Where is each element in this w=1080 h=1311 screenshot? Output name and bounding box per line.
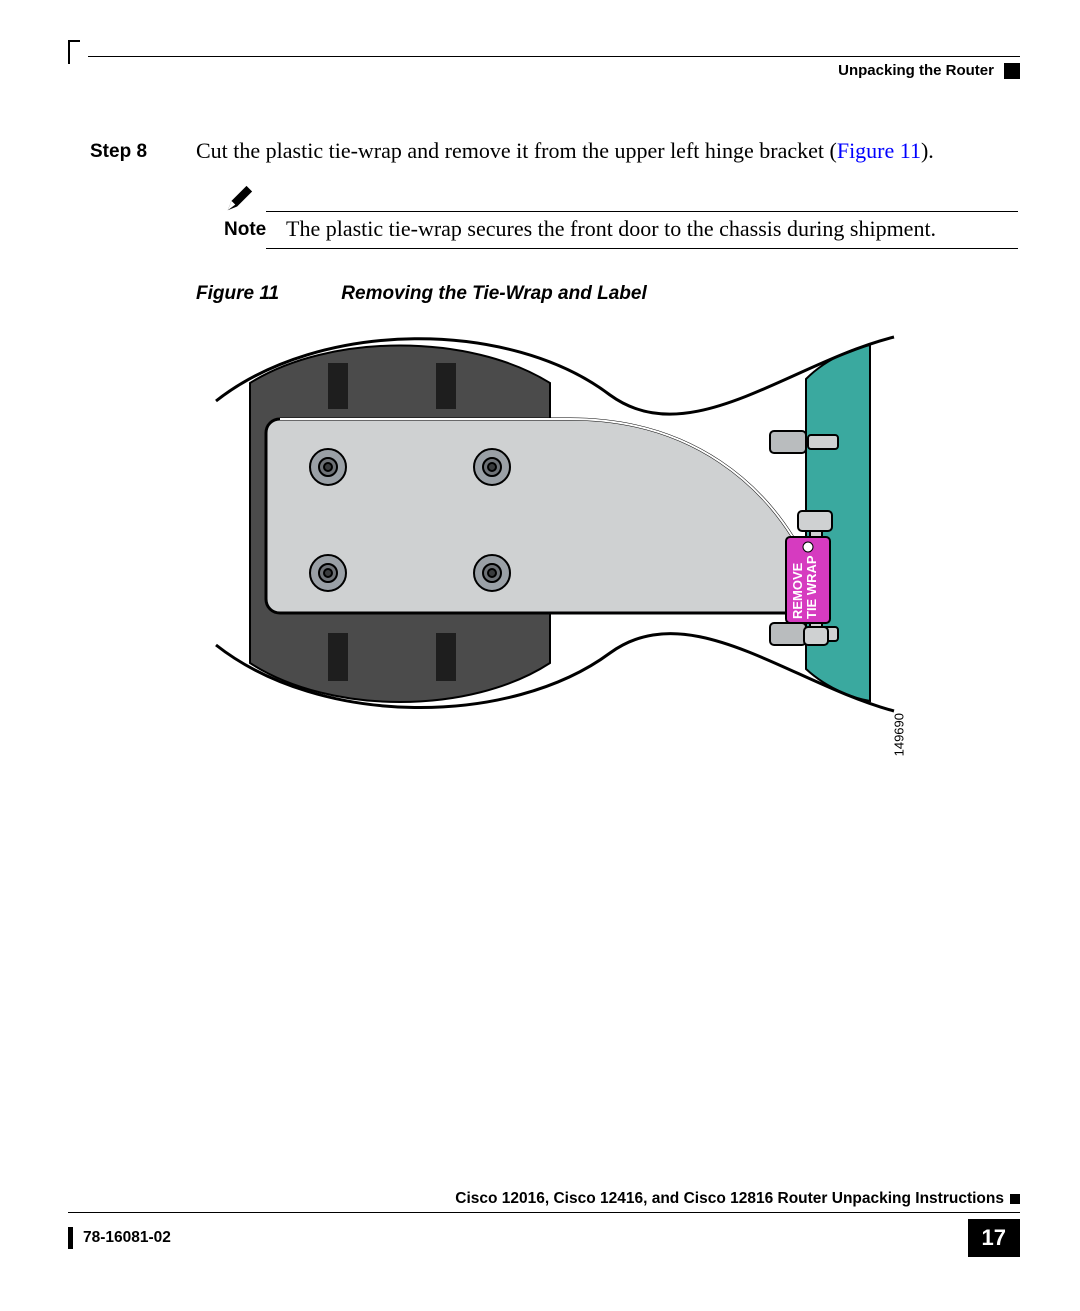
diagram-id: 149690: [891, 713, 906, 756]
tag-remove-text: REMOVE: [790, 562, 805, 619]
note-text: The plastic tie-wrap secures the front d…: [286, 216, 1018, 242]
remove-tiewrap-tag: REMOVE TIE WRAP: [786, 537, 830, 623]
note-label: Note: [224, 216, 272, 242]
step-label: Step 8: [90, 136, 178, 166]
note-rule-bottom: [266, 248, 1018, 249]
footer-marker-icon: [1010, 1194, 1020, 1204]
step-text: Cut the plastic tie-wrap and remove it f…: [196, 136, 1018, 166]
footer-bar-icon: [68, 1227, 73, 1249]
footer-bottom: 78-16081-02 17: [68, 1219, 1020, 1257]
page-footer: Cisco 12016, Cisco 12416, and Cisco 1281…: [68, 1190, 1020, 1257]
figure-title: Removing the Tie-Wrap and Label: [341, 283, 646, 304]
crop-mark: [68, 40, 80, 64]
header-marker-icon: [1004, 63, 1020, 79]
tag-tiewrap-text: TIE WRAP: [804, 555, 819, 619]
header-rule: [88, 56, 1020, 57]
page-body: Step 8 Cut the plastic tie-wrap and remo…: [90, 136, 1018, 743]
section-name: Unpacking the Router: [838, 62, 994, 79]
note-row: Note The plastic tie-wrap secures the fr…: [224, 212, 1018, 248]
step-text-part-b: ).: [921, 138, 934, 163]
figure-cross-reference[interactable]: Figure 11: [837, 138, 921, 163]
doc-title: Cisco 12016, Cisco 12416, and Cisco 1281…: [455, 1190, 1004, 1208]
note-icon-row: [224, 184, 1018, 214]
footer-title-row: Cisco 12016, Cisco 12416, and Cisco 1281…: [68, 1190, 1020, 1208]
pencil-icon: [224, 184, 254, 214]
figure-11: REMOVE TIE WRAP 149690: [210, 323, 900, 743]
doc-code: 78-16081-02: [83, 1229, 171, 1247]
page-number: 17: [968, 1219, 1020, 1257]
step-text-part-a: Cut the plastic tie-wrap and remove it f…: [196, 138, 837, 163]
footer-left: 78-16081-02: [68, 1227, 171, 1249]
footer-rule: [68, 1212, 1020, 1213]
step-8: Step 8 Cut the plastic tie-wrap and remo…: [90, 136, 1018, 166]
tie-wrap-diagram: REMOVE TIE WRAP: [210, 323, 900, 743]
running-header: Unpacking the Router: [838, 62, 1020, 79]
note-block: Note The plastic tie-wrap secures the fr…: [196, 184, 1018, 249]
document-page: Unpacking the Router Step 8 Cut the plas…: [0, 0, 1080, 1311]
figure-caption: Figure 11 Removing the Tie-Wrap and Labe…: [196, 283, 1018, 305]
figure-label: Figure 11: [196, 283, 336, 305]
